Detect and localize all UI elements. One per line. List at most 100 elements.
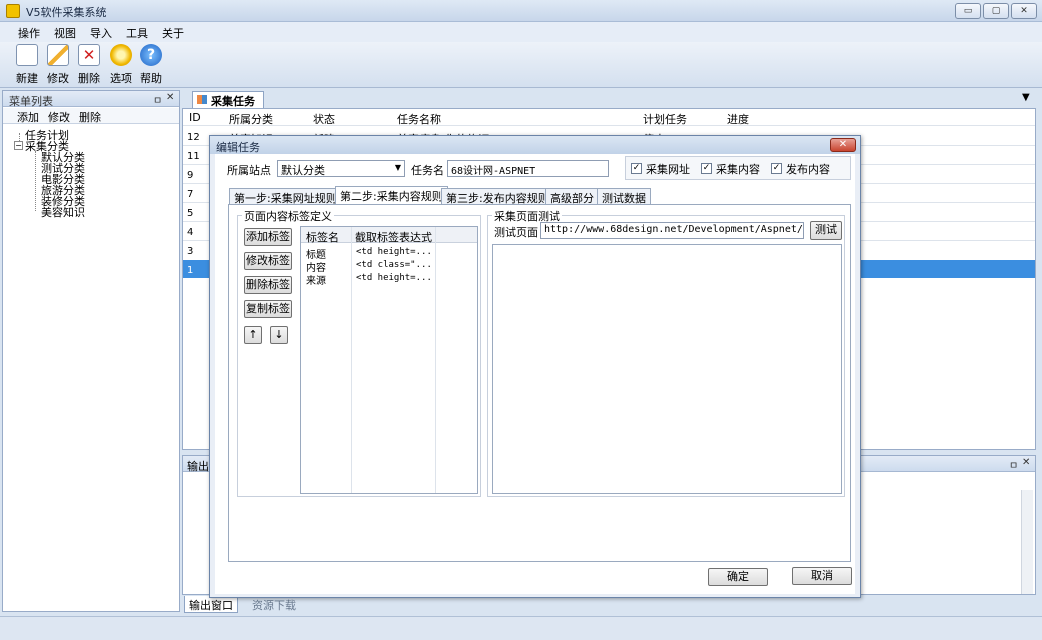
minimize-button[interactable]: ▭	[955, 3, 981, 19]
menu-about[interactable]: 关于	[162, 25, 184, 41]
row-id[interactable]: 3	[187, 246, 193, 257]
add-tag-button[interactable]: 添加标签	[244, 228, 292, 246]
row-id[interactable]: 7	[187, 189, 193, 200]
row-id[interactable]: 1	[187, 265, 193, 276]
menu-operate[interactable]: 操作	[18, 25, 40, 41]
checkbox-collect-content[interactable]: ✓	[701, 163, 712, 174]
dialog-body: 所属站点 默认分类 ▼ 任务名 68设计网-ASPNET ✓ 采集网址 ✓ 采集…	[215, 154, 855, 594]
collect-options-box: ✓ 采集网址 ✓ 采集内容 ✓ 发布内容	[625, 156, 851, 180]
panel-actions: 添加 修改 删除	[3, 108, 179, 124]
row-id[interactable]: 11	[187, 151, 200, 162]
output-scrollbar[interactable]	[1021, 490, 1033, 594]
menu-view[interactable]: 视图	[54, 25, 76, 41]
tab-content-area: 页面内容标签定义 添加标签 修改标签 删除标签 复制标签 ↑ ↓ 标签名 截取标…	[228, 204, 851, 562]
tab-collect-tasks[interactable]: 采集任务	[192, 91, 264, 108]
row-id[interactable]: 4	[187, 227, 193, 238]
site-label: 所属站点	[227, 164, 271, 177]
menu-import[interactable]: 导入	[90, 25, 112, 41]
row-id[interactable]: 5	[187, 208, 193, 219]
menu-list-panel: 菜单列表 ㅁ ✕ 添加 修改 删除 任务计划 − 采集分类 默认分类 测试分类 …	[2, 90, 180, 612]
tab-output-window[interactable]: 输出窗口	[184, 596, 238, 613]
close-window-button[interactable]: ✕	[1011, 3, 1037, 19]
tab-resource-download[interactable]: 资源下载	[248, 596, 300, 613]
cancel-button[interactable]: 取消	[792, 567, 852, 585]
title-bar: V5软件采集系统 ▭ ▢ ✕	[0, 0, 1042, 22]
menu-tools[interactable]: 工具	[126, 25, 148, 41]
test-url-input[interactable]: http://www.68design.net/Development/Aspn…	[540, 222, 804, 239]
collect-content-label: 采集内容	[716, 163, 760, 176]
tag-name-cell[interactable]: 标题	[306, 246, 326, 261]
tag-definition-group: 页面内容标签定义 添加标签 修改标签 删除标签 复制标签 ↑ ↓ 标签名 截取标…	[237, 208, 481, 497]
tab-advanced[interactable]: 高级部分	[545, 188, 599, 205]
tag-name-cell[interactable]: 来源	[306, 272, 326, 287]
chevron-down-icon: ▼	[394, 163, 401, 172]
collect-url-label: 采集网址	[646, 163, 690, 176]
delete-action[interactable]: 删除	[79, 109, 101, 125]
task-name-label: 任务名	[411, 164, 444, 177]
app-icon	[6, 4, 20, 18]
tag-expr-cell[interactable]: <td height=...	[356, 273, 432, 286]
test-button[interactable]: 测试	[810, 221, 842, 240]
maximize-button[interactable]: ▢	[983, 3, 1009, 19]
checkbox-publish-content[interactable]: ✓	[771, 163, 782, 174]
tab-step3-publish-rules[interactable]: 第三步:发布内容规则	[441, 188, 554, 205]
tab-dropdown-icon[interactable]: ▼	[1022, 92, 1030, 103]
row-id[interactable]: 9	[187, 170, 193, 181]
collapse-icon[interactable]: −	[14, 141, 23, 150]
ok-button[interactable]: 确定	[708, 568, 768, 586]
new-button[interactable]: 新建	[10, 44, 44, 86]
help-button[interactable]: ? 帮助	[134, 44, 168, 86]
pin-icon[interactable]: ㅁ	[1009, 457, 1018, 472]
window-title: V5软件采集系统	[26, 6, 107, 19]
publish-content-label: 发布内容	[786, 163, 830, 176]
tag-name-cell[interactable]: 内容	[306, 259, 326, 274]
panel-title: 菜单列表	[9, 95, 53, 108]
help-question-icon: ?	[140, 44, 162, 66]
output-tab-label: 输出窗口	[189, 599, 233, 612]
help-label: 帮助	[140, 72, 162, 85]
bottom-tabstrip: 输出窗口 资源下载	[182, 596, 1036, 614]
panel-header: 菜单列表 ㅁ ✕	[3, 91, 179, 108]
options-button[interactable]: 选项	[104, 44, 138, 86]
tab-step2-content-rules[interactable]: 第二步:采集内容规则	[335, 186, 448, 204]
move-up-button[interactable]: ↑	[244, 326, 262, 344]
close-icon[interactable]: ✕	[1022, 457, 1030, 468]
task-name-input[interactable]: 68设计网-ASPNET	[447, 160, 609, 177]
tag-expr-cell[interactable]: <td height=...	[356, 247, 432, 260]
dialog-close-button[interactable]: ✕	[830, 138, 856, 152]
tree-connector	[35, 151, 36, 211]
new-label: 新建	[16, 72, 38, 85]
edit-action[interactable]: 修改	[48, 109, 70, 125]
col-id[interactable]: ID	[189, 111, 201, 124]
row-divider	[183, 125, 1035, 126]
delete-tag-button[interactable]: 删除标签	[244, 276, 292, 294]
delete-x-icon: ✕	[78, 44, 100, 66]
toolbar: 新建 修改 ✕ 删除 选项 ? 帮助	[0, 42, 1042, 88]
grid-column-line	[435, 227, 436, 493]
tag-expr-cell[interactable]: <td class="...	[356, 260, 432, 273]
status-bar	[0, 616, 1042, 640]
tree-item-beauty[interactable]: 美容知识	[41, 204, 85, 220]
site-value: 默认分类	[281, 164, 325, 177]
col-tag-expression[interactable]: 截取标签表达式	[355, 229, 432, 245]
pin-icon[interactable]: ㅁ	[153, 92, 162, 107]
move-down-button[interactable]: ↓	[270, 326, 288, 344]
delete-button[interactable]: ✕ 删除	[72, 44, 106, 86]
row-id[interactable]: 12	[187, 132, 200, 143]
site-select[interactable]: 默认分类 ▼	[277, 160, 405, 177]
tab-test-data[interactable]: 测试数据	[597, 188, 651, 205]
close-icon[interactable]: ✕	[166, 92, 174, 103]
edit-button[interactable]: 修改	[41, 44, 75, 86]
edit-task-dialog: 编辑任务 ✕ 所属站点 默认分类 ▼ 任务名 68设计网-ASPNET ✓ 采集…	[209, 135, 861, 598]
tab-step1-url-rules[interactable]: 第一步:采集网址规则	[229, 188, 342, 205]
test-result-area[interactable]	[492, 244, 842, 494]
edit-tag-button[interactable]: 修改标签	[244, 252, 292, 270]
col-tag-name[interactable]: 标签名	[306, 229, 339, 245]
checkbox-collect-url[interactable]: ✓	[631, 163, 642, 174]
copy-tag-button[interactable]: 复制标签	[244, 300, 292, 318]
dialog-title: 编辑任务	[216, 141, 260, 154]
tag-grid: 标签名 截取标签表达式 标题 <td height=... 内容 <td cla…	[300, 226, 478, 494]
tag-grid-header: 标签名 截取标签表达式	[301, 227, 477, 245]
options-label: 选项	[110, 72, 132, 85]
add-action[interactable]: 添加	[17, 109, 39, 125]
